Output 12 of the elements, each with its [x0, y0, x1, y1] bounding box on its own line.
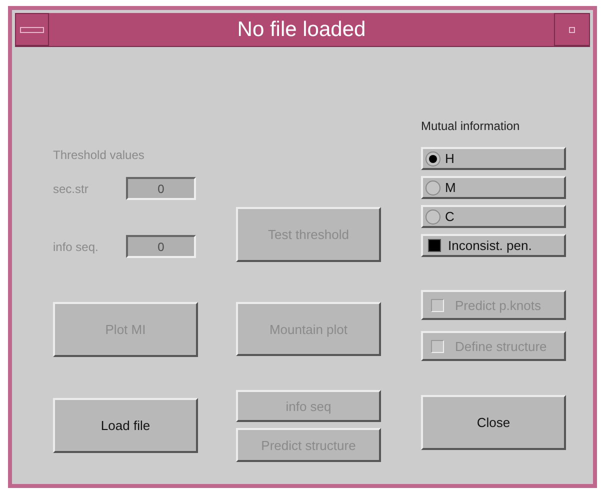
- radio-option[interactable]: C: [421, 205, 566, 228]
- checkbox-option[interactable]: Inconsist. pen.: [421, 234, 566, 257]
- radio-option[interactable]: H: [421, 147, 566, 170]
- field-label: info seq.: [53, 240, 98, 254]
- close-button[interactable]: Close: [421, 395, 566, 450]
- radio-option[interactable]: M: [421, 176, 566, 199]
- field-label: sec.str: [53, 182, 88, 196]
- action-button[interactable]: Load file: [53, 398, 198, 453]
- window-title: No file loaded: [236, 17, 367, 43]
- mutual-information-label: Mutual information: [421, 118, 521, 134]
- threshold-label: Threshold values: [53, 147, 146, 163]
- window-menu-button[interactable]: [15, 13, 49, 46]
